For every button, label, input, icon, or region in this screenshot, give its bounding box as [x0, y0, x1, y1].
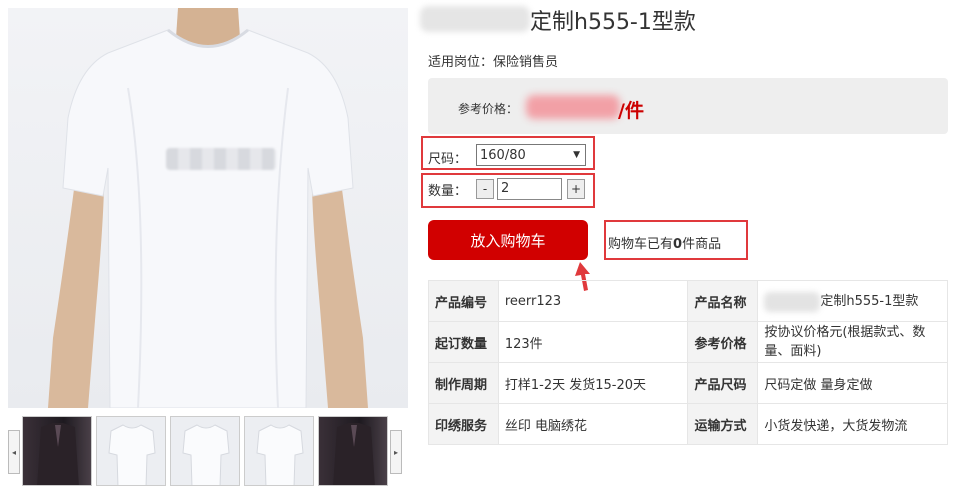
caret-down-icon: ▼ — [573, 150, 580, 160]
spec-value: 丝印 电脑绣花 — [497, 403, 689, 445]
qty-input[interactable]: 2 — [497, 178, 562, 200]
product-title: 定制h555-1型款 — [530, 10, 696, 35]
suitable-position: 适用岗位：保险销售员 — [428, 55, 559, 70]
spec-key: 产品名称 — [687, 280, 759, 322]
price-unit: /件 — [618, 100, 644, 122]
price-blur — [526, 95, 620, 119]
title-blur — [420, 6, 530, 32]
qty-minus-button[interactable]: - — [476, 179, 494, 199]
spec-value: 按协议价格元(根据款式、数量、面料) — [757, 321, 948, 363]
qty-label: 数量： — [428, 184, 468, 199]
price-box: 参考价格： /件 — [428, 78, 948, 134]
thumbnail-2[interactable] — [96, 416, 166, 486]
table-row: 制作周期 打样1-2天 发货15-20天 产品尺码 尺码定做 量身定做 — [428, 362, 948, 404]
spec-value: 定制h555-1型款 — [820, 294, 919, 310]
thumb-prev-icon[interactable]: ◂ — [8, 430, 20, 474]
spec-key: 产品编号 — [428, 280, 499, 322]
spec-key: 印绣服务 — [428, 403, 499, 445]
spec-value: 尺码定做 量身定做 — [757, 362, 948, 404]
spec-value: 打样1-2天 发货15-20天 — [497, 362, 689, 404]
spec-key: 产品尺码 — [687, 362, 759, 404]
cart-info-suffix: 件商品 — [682, 237, 722, 252]
product-page: ◂ ▸ 定制h555-1型款 适用岗位：保险销售员 参考价格： /件 尺码： 1… — [0, 0, 956, 494]
price-label: 参考价格： — [458, 102, 519, 116]
table-row: 起订数量 123件 参考价格 按协议价格元(根据款式、数量、面料) — [428, 321, 948, 363]
spec-key: 制作周期 — [428, 362, 499, 404]
spec-key: 参考价格 — [687, 321, 759, 363]
logo-blur — [166, 148, 276, 170]
spec-key: 运输方式 — [687, 403, 759, 445]
size-label: 尺码： — [428, 152, 468, 167]
thumbnail-5[interactable] — [318, 416, 388, 486]
qty-row: 数量： — [428, 180, 467, 199]
size-row: 尺码： — [428, 148, 467, 167]
table-row: 产品编号 reerr123 产品名称 定制h555-1型款 — [428, 280, 948, 322]
thumbnail-3[interactable] — [170, 416, 240, 486]
thumb-next-icon[interactable]: ▸ — [390, 430, 402, 474]
qty-plus-button[interactable]: + — [567, 179, 585, 199]
spec-value: reerr123 — [497, 280, 689, 322]
cart-count: 0 — [673, 237, 683, 252]
size-select[interactable]: 160/80 ▼ — [476, 144, 586, 166]
spec-value-name: 定制h555-1型款 — [757, 280, 948, 322]
table-row: 印绣服务 丝印 电脑绣花 运输方式 小货发快递，大货发物流 — [428, 403, 948, 445]
thumbnail-strip: ◂ ▸ — [8, 416, 402, 486]
product-main-image — [8, 8, 408, 408]
name-blur — [764, 291, 821, 312]
spec-table: 产品编号 reerr123 产品名称 定制h555-1型款 起订数量 123件 … — [428, 280, 948, 445]
spec-key: 起订数量 — [428, 321, 499, 363]
spec-value: 123件 — [497, 321, 689, 363]
cart-info: 购物车已有0件商品 — [608, 233, 721, 252]
cart-info-prefix: 购物车已有 — [608, 237, 674, 252]
add-to-cart-button[interactable]: 放入购物车 — [428, 220, 588, 260]
thumbnail-1[interactable] — [22, 416, 92, 486]
size-value: 160/80 — [480, 147, 526, 163]
thumbnail-4[interactable] — [244, 416, 314, 486]
spec-value: 小货发快递，大货发物流 — [757, 403, 948, 445]
